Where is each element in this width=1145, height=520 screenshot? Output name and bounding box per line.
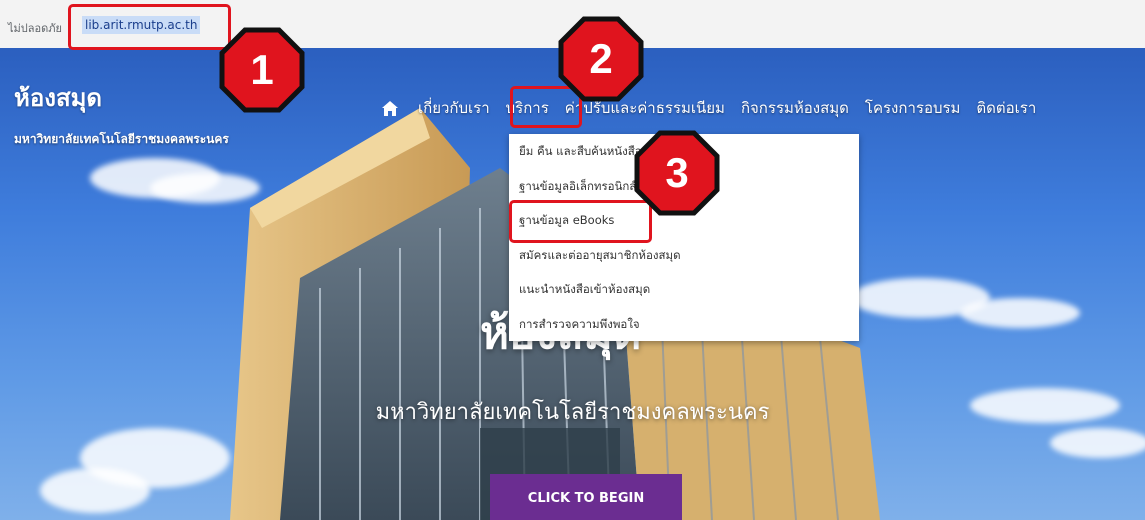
nav-about[interactable]: เกี่ยวกับเรา — [410, 94, 498, 122]
site-title[interactable]: ห้องสมุด — [14, 78, 102, 117]
dropdown-item-survey[interactable]: การสำรวจความพึงพอใจ — [509, 307, 859, 342]
dropdown-item-book-suggestion[interactable]: แนะนำหนังสือเข้าห้องสมุด — [509, 272, 859, 307]
step-badge-1: 1 — [219, 27, 305, 113]
browser-window: ไม่ปลอดภัย lib.arit.rmutp.ac.th ห้องสมุด… — [0, 0, 1145, 520]
nav-activities[interactable]: กิจกรรมห้องสมุด — [733, 94, 857, 122]
highlight-url — [68, 4, 231, 50]
step-number: 3 — [665, 149, 689, 196]
site-subtitle: มหาวิทยาลัยเทคโนโลยีราชมงคลพระนคร — [14, 132, 229, 146]
hero-subheading: มหาวิทยาลัยเทคโนโลยีราชมงคลพระนคร — [375, 400, 770, 425]
nav-contact[interactable]: ติดต่อเรา — [968, 94, 1044, 122]
main-nav: เกี่ยวกับเรา บริการ ค่าปรับและค่าธรรมเนี… — [370, 94, 1044, 122]
step-number: 2 — [589, 35, 613, 82]
insecure-label[interactable]: ไม่ปลอดภัย — [8, 19, 62, 37]
click-to-begin-button[interactable]: CLICK TO BEGIN — [490, 474, 682, 520]
home-icon[interactable] — [370, 96, 410, 120]
highlight-ebooks — [509, 200, 652, 243]
step-number: 1 — [250, 46, 274, 93]
step-badge-3: 3 — [634, 130, 720, 216]
step-badge-2: 2 — [558, 16, 644, 102]
nav-training[interactable]: โครงการอบรม — [857, 94, 969, 122]
